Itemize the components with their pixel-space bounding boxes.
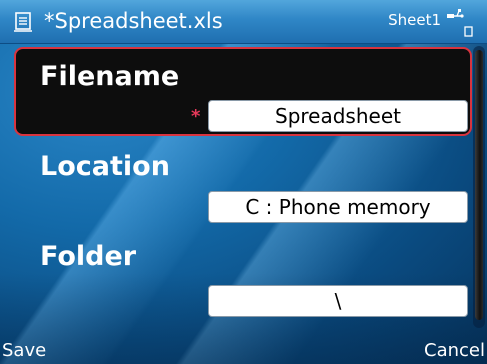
folder-selector[interactable]: \ xyxy=(208,285,468,317)
location-selector[interactable]: C : Phone memory xyxy=(208,191,468,223)
scrollbar-thumb[interactable] xyxy=(475,50,483,320)
spreadsheet-doc-icon xyxy=(14,12,32,32)
filename-label: Filename xyxy=(40,61,180,92)
required-marker: * xyxy=(191,106,201,127)
title-bar: *Spreadsheet.xls Sheet1 xyxy=(0,0,487,44)
filename-input[interactable]: Spreadsheet xyxy=(208,100,468,132)
folder-label: Folder xyxy=(40,241,137,272)
usb-connection-icon xyxy=(447,9,464,18)
cancel-softkey[interactable]: Cancel xyxy=(424,340,485,362)
window-title: *Spreadsheet.xls xyxy=(44,9,223,33)
battery-icon xyxy=(464,26,473,37)
vertical-scrollbar[interactable] xyxy=(473,46,485,328)
sheet-indicator: Sheet1 xyxy=(388,11,441,29)
save-softkey[interactable]: Save xyxy=(2,340,46,362)
location-label: Location xyxy=(40,151,170,182)
